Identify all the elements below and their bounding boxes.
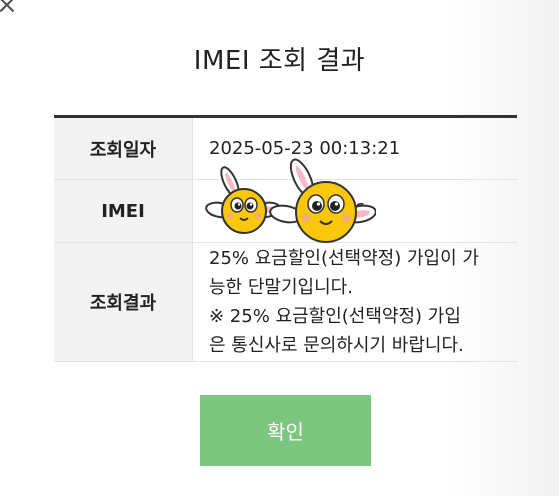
row-label-result: 조회결과 — [54, 242, 193, 362]
result-line: 능한 단말기입니다. — [209, 277, 353, 298]
result-line: ※ 25% 요금할인(선택약정) 가입 — [209, 306, 461, 327]
table-row: 조회결과 25% 요금할인(선택약정) 가입이 가 능한 단말기입니다. ※ 2… — [54, 242, 517, 362]
result-line: 25% 요금할인(선택약정) 가입이 가 — [209, 248, 479, 269]
sticker-icon — [269, 158, 376, 243]
confirm-button[interactable]: 확인 — [200, 395, 371, 466]
row-label-date: 조회일자 — [54, 116, 193, 180]
row-label-imei: IMEI — [54, 179, 193, 243]
page-title: IMEI 조회 결과 — [193, 46, 366, 76]
row-value-result: 25% 요금할인(선택약정) 가입이 가 능한 단말기입니다. ※ 25% 요금… — [192, 242, 517, 362]
close-icon[interactable]: × — [0, 0, 18, 18]
result-line: 은 통신사로 문의하시기 바랍니다. — [209, 335, 464, 356]
